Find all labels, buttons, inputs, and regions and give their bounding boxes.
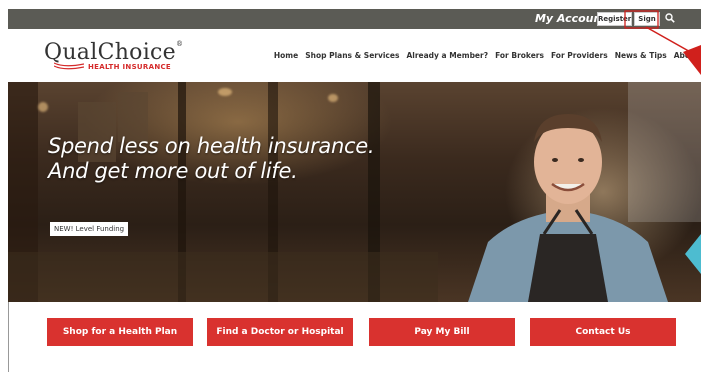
smiling-man-photo [468, 114, 668, 302]
find-doctor-button[interactable]: Find a Doctor or Hospital [207, 318, 353, 346]
shop-health-plan-button[interactable]: Shop for a Health Plan [47, 318, 193, 346]
background-light [328, 94, 338, 102]
background-counter [8, 252, 438, 302]
hero-banner: Spend less on health insurance. And get … [8, 82, 701, 302]
contact-us-button[interactable]: Contact Us [530, 318, 676, 346]
background-light [38, 102, 48, 112]
qualchoice-logo[interactable]: QualChoice® HEALTH INSURANCE [44, 40, 183, 74]
nav-about[interactable]: About [674, 51, 699, 60]
nav-already-member[interactable]: Already a Member? [406, 51, 488, 60]
search-icon[interactable] [665, 13, 675, 23]
main-nav: Home Shop Plans & Services Already a Mem… [274, 51, 699, 60]
hero-headline: Spend less on health insurance. And get … [48, 134, 375, 183]
nav-news-tips[interactable]: News & Tips [615, 51, 667, 60]
nav-for-brokers[interactable]: For Brokers [495, 51, 544, 60]
nav-for-providers[interactable]: For Providers [551, 51, 608, 60]
pay-bill-button[interactable]: Pay My Bill [369, 318, 515, 346]
register-button[interactable]: Register [597, 12, 632, 26]
page-divider [8, 302, 9, 372]
nav-shop-plans[interactable]: Shop Plans & Services [305, 51, 399, 60]
background-light [218, 88, 232, 96]
site-header: QualChoice® HEALTH INSURANCE Home Shop P… [8, 29, 701, 82]
cta-row: Shop for a Health Plan Find a Doctor or … [8, 302, 701, 372]
sign-in-button[interactable]: Sign in [634, 12, 660, 35]
logo-swoosh-icon [54, 62, 84, 70]
account-bar: My Account: Register Sign in [8, 9, 701, 35]
nav-home[interactable]: Home [274, 51, 298, 60]
carousel-next-arrow[interactable] [685, 234, 701, 274]
logo-tagline: HEALTH INSURANCE [88, 63, 172, 71]
page: My Account: Register Sign in QualChoice®… [8, 9, 701, 372]
level-funding-badge[interactable]: NEW! Level Funding [50, 222, 129, 236]
